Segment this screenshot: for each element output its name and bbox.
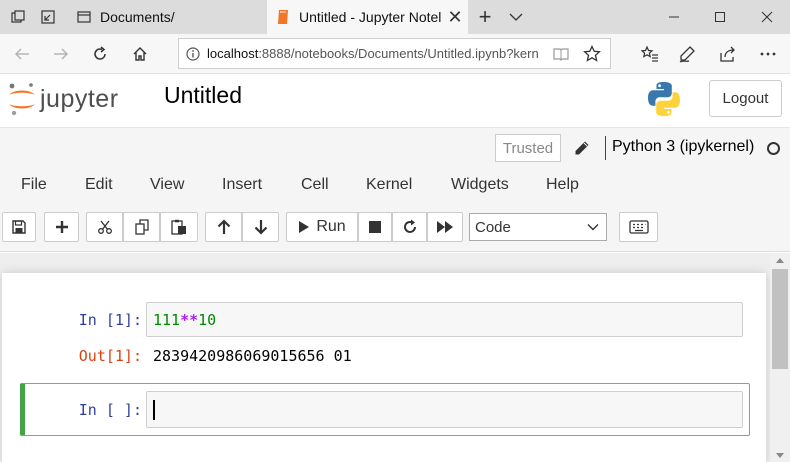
code-cell-input[interactable]: 111 ** 10	[146, 302, 743, 337]
arrow-up-icon	[217, 219, 230, 234]
save-icon	[12, 220, 26, 234]
tab-actions-icon[interactable]	[6, 0, 30, 34]
keyboard-icon	[628, 220, 649, 234]
back-to-tabs-icon[interactable]	[36, 0, 60, 34]
restart-icon	[403, 219, 416, 233]
code-token-operator: **	[180, 310, 199, 329]
minimize-icon[interactable]	[651, 0, 697, 34]
restart-run-all-button[interactable]	[427, 212, 463, 242]
edit-mode-pencil-icon	[572, 136, 592, 160]
code-cell-input[interactable]	[146, 391, 743, 428]
tab-list-chevron-icon[interactable]	[505, 0, 527, 34]
cell-output: 2839420986069015656 01	[153, 347, 352, 365]
jupyter-logo[interactable]: jupyter	[8, 82, 119, 116]
favorite-star-icon[interactable]	[572, 34, 612, 74]
kernel-name[interactable]: Python 3 (ipykernel)	[612, 138, 754, 156]
run-button[interactable]: Run	[286, 212, 358, 242]
code-token-number: 10	[198, 310, 217, 329]
tab-documents[interactable]: Documents/	[68, 0, 265, 34]
forward-arrow-icon[interactable]	[41, 34, 81, 74]
copy-cell-button[interactable]	[123, 212, 160, 242]
refresh-icon[interactable]	[80, 34, 120, 74]
paste-cell-button[interactable]	[160, 212, 198, 242]
menu-view[interactable]: View	[150, 176, 184, 196]
more-options-icon[interactable]	[748, 34, 788, 74]
menu-insert[interactable]: Insert	[222, 176, 262, 196]
plus-icon	[55, 221, 68, 233]
tab-title: Untitled - Jupyter Notel	[299, 9, 442, 25]
save-button[interactable]	[2, 212, 36, 242]
menu-kernel[interactable]: Kernel	[366, 176, 412, 196]
menu-cell[interactable]: Cell	[301, 176, 329, 196]
kernel-separator	[605, 136, 606, 160]
close-tab-icon[interactable]: ✕	[442, 7, 468, 28]
text-cursor	[153, 399, 155, 420]
python-logo-icon	[648, 82, 680, 116]
notebook-page: In [1]: 111 ** 10 Out[1]: 2839420986069015…	[2, 273, 766, 462]
tab-untitled[interactable]: Untitled - Jupyter Notel ✕	[267, 0, 468, 34]
menu-help[interactable]: Help	[546, 176, 579, 196]
url-host: localhost	[207, 46, 259, 61]
logout-button[interactable]: Logout	[709, 80, 782, 117]
favorites-hub-icon[interactable]	[630, 34, 670, 74]
stop-icon	[369, 221, 381, 233]
scrollbar-thumb[interactable]	[772, 269, 788, 369]
home-icon[interactable]	[120, 34, 160, 74]
output-prompt: Out[1]:	[78, 347, 142, 365]
chevron-down-icon	[587, 224, 599, 231]
restart-kernel-button[interactable]	[392, 212, 427, 242]
back-arrow-icon[interactable]	[2, 34, 42, 74]
notebook-menubar-area: Trusted Python 3 (ipykernel) File Edit V…	[0, 128, 790, 252]
paste-icon	[171, 219, 186, 235]
command-palette-button[interactable]	[619, 212, 658, 242]
browser-tab-bar: Documents/ Untitled - Jupyter Notel ✕ +	[0, 0, 790, 34]
move-cell-up-button[interactable]	[205, 212, 242, 242]
new-tab-icon[interactable]: +	[474, 0, 496, 34]
jupyter-logo-text: jupyter	[40, 84, 119, 113]
jupyter-logo-icon	[9, 83, 35, 116]
input-prompt: In [ ]:	[78, 401, 142, 419]
copy-icon	[134, 219, 149, 235]
notebook-name[interactable]: Untitled	[164, 82, 242, 109]
menu-file[interactable]: File	[21, 176, 47, 196]
notebook-container: In [1]: 111 ** 10 Out[1]: 2839420986069015…	[0, 253, 770, 462]
close-window-icon[interactable]	[744, 0, 790, 34]
trusted-indicator[interactable]: Trusted	[495, 134, 561, 162]
browser-nav-bar: localhost:8888/notebooks/Documents/Untit…	[0, 34, 790, 74]
scissors-icon	[97, 220, 112, 234]
page-icon	[76, 9, 92, 25]
fast-forward-icon	[437, 221, 453, 233]
menu-edit[interactable]: Edit	[85, 176, 113, 196]
interrupt-kernel-button[interactable]	[358, 212, 392, 242]
scroll-up-arrow-icon[interactable]	[770, 253, 790, 267]
code-token-number: 111	[153, 310, 181, 329]
input-prompt: In [1]:	[78, 311, 142, 329]
run-label: Run	[316, 218, 346, 235]
cell-type-select[interactable]: Code	[469, 213, 607, 241]
insert-cell-button[interactable]	[44, 212, 79, 242]
play-icon	[299, 221, 310, 233]
jupyter-header: jupyter Untitled Logout	[0, 74, 790, 128]
jupyter-notebook-icon	[275, 9, 291, 25]
kernel-idle-indicator-icon	[767, 142, 780, 155]
scroll-down-arrow-icon[interactable]	[770, 448, 790, 462]
web-note-pen-icon[interactable]	[667, 34, 707, 74]
page-scrollbar[interactable]	[770, 253, 790, 462]
cell-type-value: Code	[475, 218, 511, 236]
arrow-down-icon	[254, 220, 267, 235]
move-cell-down-button[interactable]	[242, 212, 279, 242]
tab-title: Documents/	[100, 9, 175, 25]
site-info-icon[interactable]	[179, 46, 207, 61]
share-icon[interactable]	[708, 34, 748, 74]
cut-cell-button[interactable]	[86, 212, 123, 242]
url-path: :8888/notebooks/Documents/Untitled.ipynb…	[258, 46, 539, 61]
menu-widgets[interactable]: Widgets	[451, 176, 509, 196]
maximize-icon[interactable]	[697, 0, 743, 34]
